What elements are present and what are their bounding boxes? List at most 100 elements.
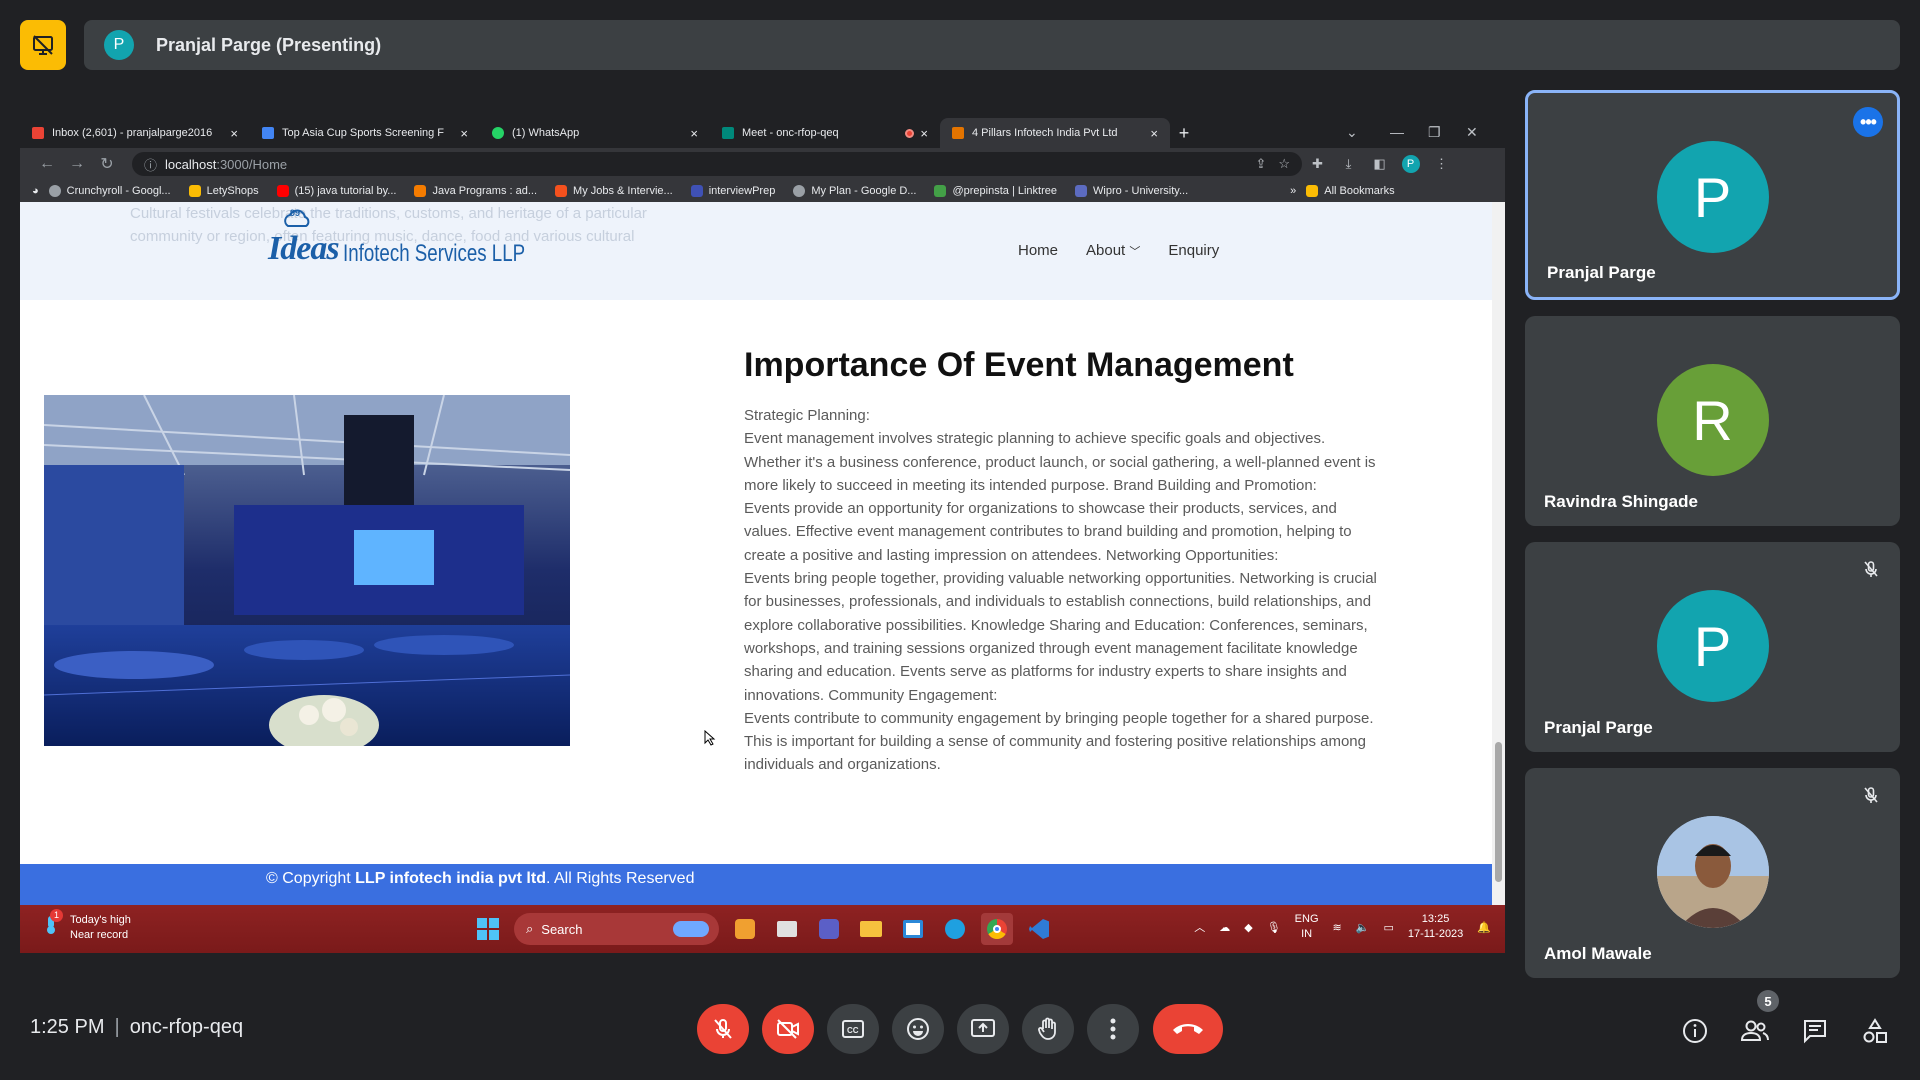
bookmark-favicon bbox=[48, 185, 61, 197]
onedrive-icon[interactable]: ☁ bbox=[1219, 921, 1230, 934]
close-tab-icon[interactable]: × bbox=[690, 126, 698, 141]
reload-icon[interactable]: ↻ bbox=[92, 154, 122, 174]
youtube-icon bbox=[276, 185, 289, 197]
volume-icon[interactable]: 🔈 bbox=[1356, 921, 1370, 934]
close-tab-icon[interactable]: × bbox=[460, 126, 468, 141]
page-scrollbar[interactable] bbox=[1492, 202, 1505, 905]
nav-home-link[interactable]: Home bbox=[1018, 242, 1058, 259]
bookmark-item[interactable]: (15) java tutorial by... bbox=[276, 185, 396, 197]
camera-toggle-button[interactable] bbox=[762, 1004, 814, 1054]
battery-icon[interactable]: ▭ bbox=[1383, 921, 1393, 934]
minimize-icon[interactable]: — bbox=[1390, 124, 1404, 140]
stop-presenting-icon[interactable] bbox=[20, 20, 66, 70]
tab-favicon bbox=[952, 127, 964, 139]
bookmark-item[interactable]: LetyShops bbox=[188, 185, 259, 197]
widgets-icon[interactable] bbox=[729, 913, 761, 945]
participant-tile[interactable]: R Ravindra Shingade bbox=[1525, 316, 1900, 526]
meeting-details-icon[interactable] bbox=[1680, 1016, 1710, 1046]
profile-avatar: P bbox=[1401, 155, 1420, 173]
people-icon[interactable] bbox=[1740, 1016, 1770, 1046]
reactions-button[interactable] bbox=[892, 1004, 944, 1054]
nav-about-dropdown[interactable]: About ﹀ bbox=[1086, 242, 1140, 259]
site-info-icon[interactable]: ⓘ bbox=[144, 155, 157, 174]
new-tab-button[interactable]: + bbox=[1170, 123, 1198, 144]
mouse-cursor-icon bbox=[704, 729, 716, 751]
more-bookmarks-button[interactable]: » bbox=[1290, 185, 1296, 197]
event-hall-image bbox=[44, 395, 570, 746]
nav-enquiry-link[interactable]: Enquiry bbox=[1168, 242, 1219, 259]
captions-button[interactable]: CC bbox=[827, 1004, 879, 1054]
site-logo[interactable]: 99 Ideas Infotech Services LLP bbox=[268, 208, 576, 268]
browser-tab[interactable]: Meet - onc-rfop-qeq × bbox=[710, 118, 940, 148]
participant-tile[interactable]: Amol Mawale bbox=[1525, 768, 1900, 978]
bookmark-star-icon[interactable]: ☆ bbox=[1278, 156, 1290, 172]
more-vert-icon bbox=[1110, 1018, 1116, 1040]
url-field[interactable]: ⓘ localhost:3000/Home ⇪ ☆ bbox=[132, 152, 1302, 176]
logo-ideas: Ideas bbox=[268, 230, 340, 267]
participant-tile[interactable]: P ••• Pranjal Parge bbox=[1525, 90, 1900, 300]
chrome-icon[interactable] bbox=[981, 913, 1013, 945]
scrollbar-thumb[interactable] bbox=[1495, 742, 1502, 882]
windows-start-icon[interactable] bbox=[472, 913, 504, 945]
file-explorer-icon[interactable] bbox=[855, 913, 887, 945]
linktree-icon bbox=[934, 185, 947, 197]
language-indicator[interactable]: ENG IN bbox=[1295, 912, 1319, 942]
search-icon: ⌕ bbox=[526, 921, 534, 936]
tab-search-icon[interactable]: ⌄ bbox=[1346, 124, 1358, 141]
taskbar-search[interactable]: ⌕ Search bbox=[514, 913, 719, 945]
taskbar-clock[interactable]: 13:25 17-11-2023 bbox=[1408, 912, 1463, 942]
bookmark-item[interactable]: Crunchyroll - Googl... bbox=[48, 185, 171, 197]
forward-icon[interactable]: → bbox=[62, 155, 92, 173]
bookmark-globe-icon[interactable]: ◕ bbox=[32, 185, 39, 197]
weather-widget[interactable]: 1 Today's high Near record bbox=[40, 909, 131, 943]
paragraph: Event management involves strategic plan… bbox=[744, 430, 1376, 494]
bookmark-item[interactable]: @prepinsta | Linktree bbox=[934, 185, 1057, 197]
all-bookmarks-button[interactable]: All Bookmarks bbox=[1306, 185, 1395, 197]
profile-button[interactable]: P bbox=[1395, 155, 1426, 173]
close-window-icon[interactable]: ✕ bbox=[1466, 124, 1478, 141]
store-icon[interactable] bbox=[897, 913, 929, 945]
close-tab-icon[interactable]: × bbox=[920, 126, 928, 141]
vscode-icon[interactable] bbox=[1023, 913, 1055, 945]
defender-icon[interactable]: ◆ bbox=[1244, 921, 1252, 934]
present-screen-button[interactable] bbox=[957, 1004, 1009, 1054]
emoji-icon bbox=[907, 1018, 929, 1040]
browser-tab[interactable]: Inbox (2,601) - pranjalparge2016 × bbox=[20, 118, 250, 148]
browser-tab[interactable]: (1) WhatsApp × bbox=[480, 118, 710, 148]
restore-icon[interactable]: ❐ bbox=[1428, 124, 1441, 141]
edge-icon[interactable] bbox=[939, 913, 971, 945]
wifi-icon[interactable]: ≋ bbox=[1333, 921, 1342, 934]
participant-name: Amol Mawale bbox=[1544, 944, 1652, 963]
bookmark-item[interactable]: Wipro - University... bbox=[1075, 185, 1188, 197]
more-options-button[interactable]: ••• bbox=[1853, 107, 1883, 137]
paragraph: Events provide an opportunity for organi… bbox=[744, 500, 1352, 564]
bookmark-item[interactable]: interviewPrep bbox=[690, 185, 775, 197]
download-icon[interactable]: ⤓ bbox=[1333, 156, 1364, 172]
participant-tile[interactable]: P Pranjal Parge bbox=[1525, 542, 1900, 752]
hang-up-icon bbox=[1173, 1024, 1203, 1034]
more-options-button[interactable] bbox=[1087, 1004, 1139, 1054]
browser-tab-active[interactable]: 4 Pillars Infotech India Pvt Ltd × bbox=[940, 118, 1170, 148]
leave-call-button[interactable] bbox=[1153, 1004, 1223, 1054]
site-nav: Home About ﹀ Enquiry bbox=[1018, 242, 1219, 259]
chat-icon[interactable] bbox=[1800, 1016, 1830, 1046]
microphone-icon[interactable]: 🎙 bbox=[1267, 921, 1281, 934]
show-hidden-icons[interactable]: ︿ bbox=[1194, 919, 1205, 935]
activities-icon[interactable] bbox=[1860, 1016, 1890, 1046]
close-tab-icon[interactable]: × bbox=[1150, 126, 1158, 141]
mic-toggle-button[interactable] bbox=[697, 1004, 749, 1054]
extensions-icon[interactable]: ✚ bbox=[1302, 156, 1333, 172]
task-view-icon[interactable] bbox=[771, 913, 803, 945]
bookmark-item[interactable]: My Jobs & Intervie... bbox=[555, 185, 673, 197]
bookmark-item[interactable]: Java Programs : ad... bbox=[414, 185, 537, 197]
share-icon[interactable]: ⇪ bbox=[1255, 156, 1266, 172]
browser-tab[interactable]: Top Asia Cup Sports Screening F × bbox=[250, 118, 480, 148]
close-tab-icon[interactable]: × bbox=[230, 126, 238, 141]
bookmark-item[interactable]: My Plan - Google D... bbox=[793, 185, 916, 197]
raise-hand-button[interactable] bbox=[1022, 1004, 1074, 1054]
browser-menu-icon[interactable]: ⋮ bbox=[1426, 156, 1457, 172]
side-panel-icon[interactable]: ◧ bbox=[1364, 156, 1395, 172]
notification-bell-icon[interactable]: 🔔 bbox=[1477, 921, 1491, 934]
teams-icon[interactable] bbox=[813, 913, 845, 945]
back-icon[interactable]: ← bbox=[32, 155, 62, 173]
